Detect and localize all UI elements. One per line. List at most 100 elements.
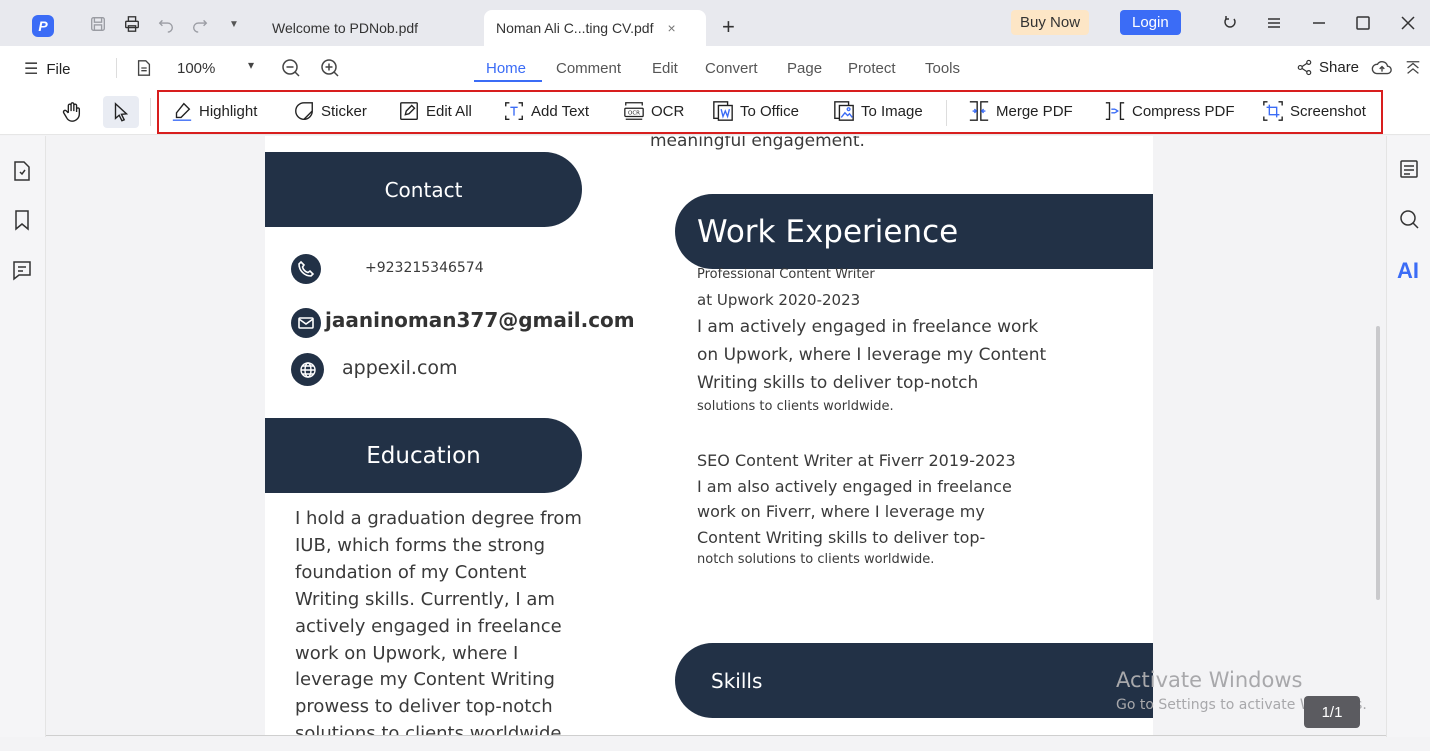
to-office-icon	[713, 101, 733, 121]
hand-tool-icon[interactable]	[54, 96, 90, 128]
buy-now-button[interactable]: Buy Now	[1011, 10, 1090, 35]
vertical-scrollbar[interactable]	[1376, 326, 1380, 600]
education-line: I hold a graduation degree from	[295, 508, 582, 529]
maximize-icon[interactable]	[1352, 12, 1374, 34]
properties-icon[interactable]	[1398, 158, 1420, 180]
share-button[interactable]: Share	[1296, 59, 1359, 76]
tab-edit[interactable]: Edit	[652, 60, 678, 77]
divider	[116, 58, 117, 78]
app-logo-icon: P	[32, 15, 54, 37]
highlight-label: Highlight	[199, 102, 258, 120]
save-icon[interactable]	[88, 14, 108, 34]
job1-line: on Upwork, where I leverage my Content	[697, 345, 1047, 365]
globe-icon	[291, 353, 324, 386]
menu-icon[interactable]	[1263, 12, 1285, 34]
tab-convert[interactable]: Convert	[705, 60, 758, 77]
share-icon	[1297, 59, 1312, 76]
status-strip	[0, 737, 1430, 751]
print-icon[interactable]	[122, 14, 142, 34]
merge-pdf-icon	[969, 101, 989, 121]
to-image-button[interactable]: To Image	[833, 100, 923, 122]
skills-heading-label: Skills	[711, 668, 763, 693]
education-line: actively engaged in freelance	[295, 616, 562, 637]
document-viewer[interactable]: meaningful engagement. Contact +92321534…	[47, 136, 1386, 735]
education-line: prowess to deliver top-notch	[295, 696, 553, 717]
pdf-page[interactable]: meaningful engagement. Contact +92321534…	[265, 136, 1153, 735]
job1-period: at Upwork 2020-2023	[697, 291, 861, 309]
email-address: jaaninoman377@gmail.com	[325, 308, 635, 332]
tab-home[interactable]: Home	[486, 60, 526, 77]
education-line: foundation of my Content	[295, 562, 527, 583]
ai-assistant-button[interactable]: AI	[1397, 258, 1419, 284]
quick-access-dropdown-icon[interactable]: ▼	[224, 14, 244, 34]
education-line: IUB, which forms the strong	[295, 535, 546, 556]
left-sidebar	[0, 136, 46, 737]
screenshot-button[interactable]: Screenshot	[1262, 100, 1366, 122]
redo-icon[interactable]	[190, 14, 210, 34]
job2-line: Content Writing skills to deliver top-	[697, 528, 986, 547]
email-icon	[291, 308, 321, 338]
add-text-button[interactable]: Add Text	[503, 100, 589, 122]
job2-line: I am also actively engaged in freelance	[697, 477, 1012, 496]
to-office-button[interactable]: To Office	[712, 100, 799, 122]
merge-pdf-label: Merge PDF	[996, 102, 1073, 120]
svg-text:OCR: OCR	[628, 111, 640, 117]
to-image-icon	[834, 101, 854, 121]
job1-line: I am actively engaged in freelance work	[697, 317, 1039, 337]
new-tab-button[interactable]: +	[722, 14, 735, 40]
title-bar: P ▼ Welcome to PDNob.pdf Noman Ali C...t…	[0, 0, 1430, 46]
compress-pdf-label: Compress PDF	[1132, 102, 1235, 120]
education-line: solutions to clients worldwide.	[295, 723, 568, 735]
contact-heading-label: Contact	[384, 177, 463, 202]
job1-line: Writing skills to deliver top-notch	[697, 373, 979, 393]
zoom-in-icon[interactable]	[319, 57, 341, 79]
compress-pdf-button[interactable]: Compress PDF	[1104, 100, 1235, 122]
tab-comment[interactable]: Comment	[556, 60, 621, 77]
ocr-button[interactable]: OCR OCR	[623, 100, 684, 122]
highlight-icon	[172, 102, 192, 121]
compress-pdf-icon	[1105, 102, 1125, 120]
job2-line: work on Fiverr, where I leverage my	[697, 502, 985, 521]
tab-tools[interactable]: Tools	[925, 60, 960, 77]
work-experience-heading: Work Experience	[675, 194, 1153, 269]
page-view-icon[interactable]	[134, 58, 154, 78]
page-indicator[interactable]: 1/1	[1304, 696, 1360, 728]
zoom-out-icon[interactable]	[280, 57, 302, 79]
tab-close-icon[interactable]: ×	[667, 20, 675, 36]
zoom-level[interactable]: 100%	[177, 60, 215, 77]
close-window-icon[interactable]	[1397, 12, 1419, 34]
bookmark-icon[interactable]	[11, 209, 33, 231]
login-button[interactable]: Login	[1120, 10, 1181, 35]
file-menu[interactable]: ☰ File	[24, 59, 71, 79]
search-icon[interactable]	[1398, 208, 1420, 230]
cloud-upload-icon[interactable]	[1370, 57, 1394, 79]
select-tool-icon[interactable]	[103, 96, 139, 128]
tab-cv-label: Noman Ali C...ting CV.pdf	[496, 20, 654, 36]
add-text-icon	[505, 102, 523, 120]
sticker-icon	[295, 102, 313, 120]
to-office-label: To Office	[740, 102, 799, 120]
minimize-icon[interactable]	[1308, 12, 1330, 34]
education-heading-label: Education	[366, 442, 481, 469]
thumbnails-icon[interactable]	[11, 160, 33, 182]
divider	[150, 98, 151, 126]
tab-protect[interactable]: Protect	[848, 60, 896, 77]
website: appexil.com	[342, 357, 458, 379]
edit-all-button[interactable]: Edit All	[398, 100, 472, 122]
work-experience-heading-label: Work Experience	[697, 213, 959, 250]
ocr-icon: OCR	[624, 102, 644, 120]
highlight-button[interactable]: Highlight	[171, 100, 257, 122]
tab-cv[interactable]: Noman Ali C...ting CV.pdf ×	[484, 10, 706, 46]
collapse-ribbon-icon[interactable]	[1403, 57, 1423, 79]
merge-pdf-button[interactable]: Merge PDF	[968, 100, 1073, 122]
comments-icon[interactable]	[11, 259, 33, 281]
education-line: leverage my Content Writing	[295, 669, 555, 690]
undo-icon[interactable]	[156, 14, 176, 34]
education-line: work on Upwork, where I	[295, 643, 519, 664]
divider	[946, 100, 947, 126]
sync-icon[interactable]	[1219, 12, 1241, 34]
tab-welcome[interactable]: Welcome to PDNob.pdf	[260, 10, 430, 46]
sticker-button[interactable]: Sticker	[293, 100, 367, 122]
zoom-dropdown-icon[interactable]: ▾	[248, 58, 254, 72]
tab-page[interactable]: Page	[787, 60, 822, 77]
